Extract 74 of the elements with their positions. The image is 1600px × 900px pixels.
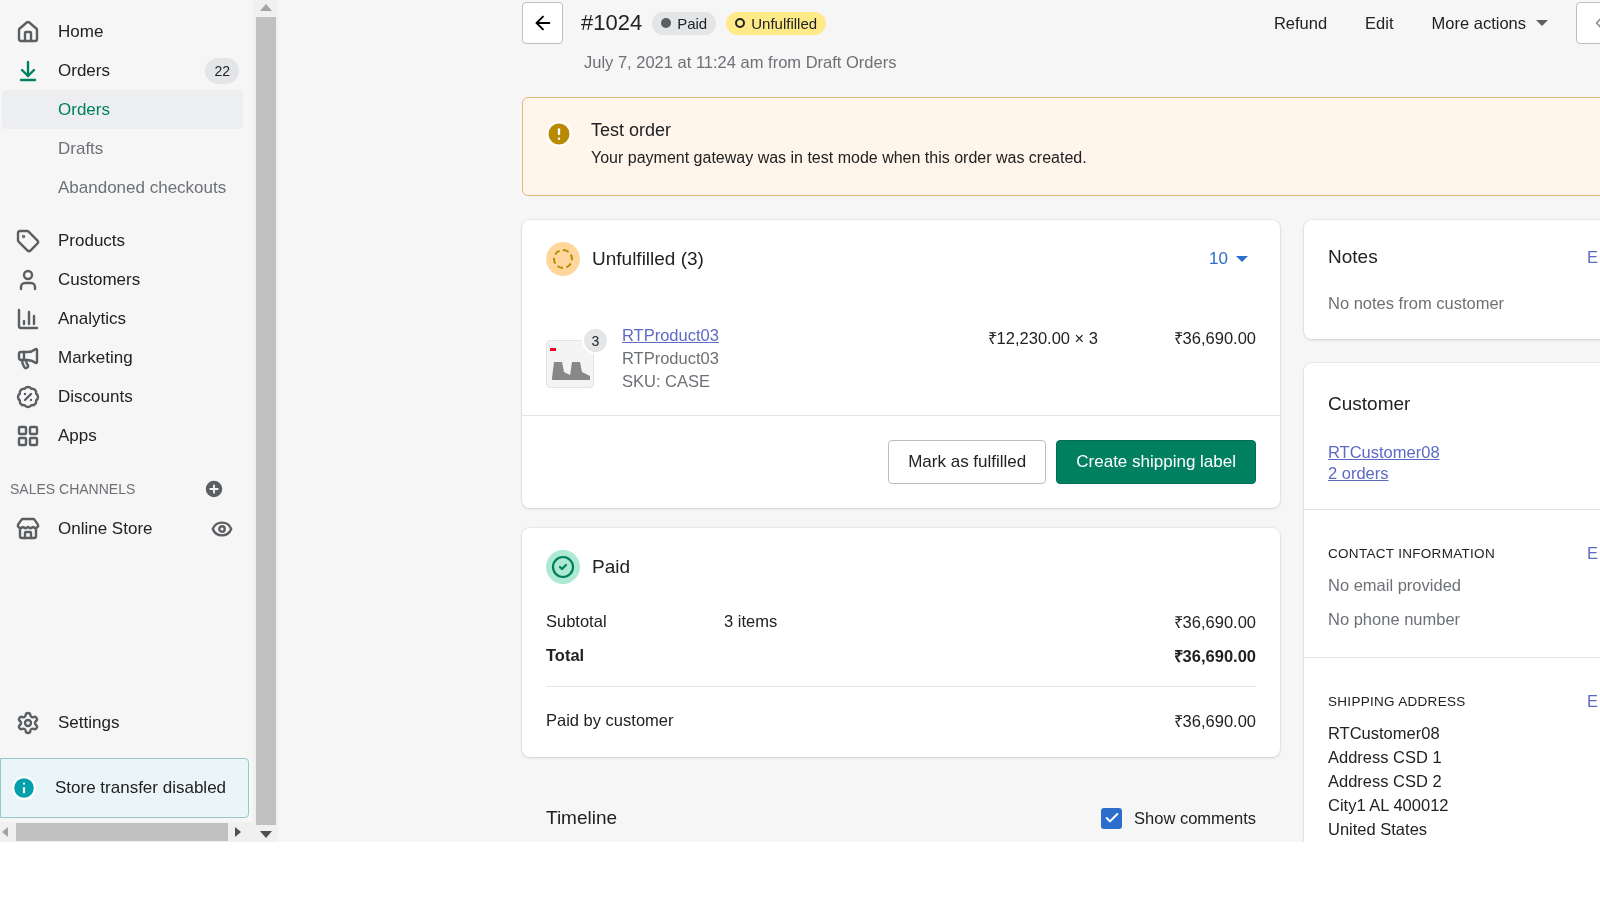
action-button[interactable]: Refund xyxy=(1259,13,1342,33)
edit-link[interactable]: E xyxy=(1587,544,1598,563)
sidebar-subitem[interactable]: Abandoned checkouts xyxy=(2,168,243,207)
row-label: Paid by customer xyxy=(546,710,674,730)
sidebar-item[interactable]: Orders 22 xyxy=(2,51,243,90)
add-icon[interactable] xyxy=(203,478,225,500)
settings-icon xyxy=(16,710,40,735)
line-total: ₹36,690.00 xyxy=(1172,328,1256,349)
address-line: RTCustomer08 xyxy=(1328,723,1441,744)
sidebar-item[interactable]: Products xyxy=(2,221,243,260)
edit-link[interactable]: E xyxy=(1587,692,1598,711)
address-line: City1 AL 400012 xyxy=(1328,795,1450,816)
vertical-scrollbar[interactable] xyxy=(253,0,278,842)
show-comments-checkbox[interactable]: Show comments xyxy=(1101,807,1256,829)
row-amount: ₹36,690.00 xyxy=(1173,710,1256,732)
section-heading: SHIPPING ADDRESS xyxy=(1328,694,1466,709)
sidebar-subitem[interactable]: Drafts xyxy=(2,129,243,168)
card-title: Customer xyxy=(1328,393,1412,415)
sidebar-item[interactable]: Online Store xyxy=(2,509,243,548)
product-link[interactable]: RTProduct03 xyxy=(622,326,719,344)
status-badge: Paid xyxy=(652,11,717,35)
row-label: Total xyxy=(546,645,586,665)
contact-text: No phone number xyxy=(1328,609,1462,630)
sidebar-item[interactable]: Apps xyxy=(2,416,243,455)
orders-link[interactable]: 2 orders xyxy=(1328,464,1600,483)
warning-icon xyxy=(545,120,573,148)
boots-drawing xyxy=(550,347,590,381)
checkbox[interactable] xyxy=(1101,807,1123,829)
card-title: Unfulfilled (3) xyxy=(592,248,704,270)
sidebar-subitem[interactable]: Orders xyxy=(2,90,243,129)
sidebar-item[interactable]: Settings xyxy=(2,703,243,742)
secondary-button[interactable]: Mark as fulfilled xyxy=(888,440,1047,484)
paid-icon xyxy=(546,550,580,584)
banner-title: Test order xyxy=(591,120,673,141)
sidebar-item[interactable]: Marketing xyxy=(2,338,243,377)
back-button[interactable] xyxy=(522,2,563,44)
customer-link[interactable]: RTCustomer08 xyxy=(1328,443,1600,462)
sku-text: SKU: CASE xyxy=(622,372,712,391)
sidebar-item[interactable]: Discounts xyxy=(2,377,243,416)
location-dropdown[interactable]: 10 xyxy=(1209,249,1248,269)
card-title: Paid xyxy=(592,556,631,578)
edit-link[interactable]: E xyxy=(1587,247,1598,267)
timeline-title: Timeline xyxy=(546,807,618,829)
address-line: Address CSD 2 xyxy=(1328,771,1443,792)
section-heading: SALES CHANNELS xyxy=(10,481,136,497)
banner-message: Your payment gateway was in test mode when this order was created. xyxy=(591,149,1087,167)
horizontal-scrollbar[interactable] xyxy=(0,822,253,842)
row-label: Subtotal xyxy=(546,611,608,631)
sidebar-item[interactable]: Home xyxy=(2,12,243,51)
address-line: United States xyxy=(1328,819,1429,840)
variant-text: RTProduct03 xyxy=(622,349,719,368)
address-line: Address CSD 1 xyxy=(1328,747,1443,768)
notes-text: No notes from customer xyxy=(1328,294,1506,313)
order-date: July 7, 2021 at 11:24 am from Draft Orders xyxy=(584,53,898,73)
status-badge: Unfulfilled xyxy=(726,11,827,35)
row-detail: 3 items xyxy=(724,611,778,631)
count-badge: 22 xyxy=(205,57,239,84)
sidebar-item[interactable]: Customers xyxy=(2,260,243,299)
primary-button[interactable]: Create shipping label xyxy=(1056,440,1256,484)
row-amount: ₹36,690.00 xyxy=(1173,611,1256,633)
section-heading: CONTACT INFORMATION xyxy=(1328,546,1495,561)
sidebar-item[interactable]: Analytics xyxy=(2,299,243,338)
info-icon xyxy=(11,775,37,801)
contact-text: No email provided xyxy=(1328,575,1462,596)
more-actions-button[interactable]: More actions xyxy=(1417,13,1562,33)
card-title: Notes xyxy=(1328,246,1378,268)
action-button[interactable]: Edit xyxy=(1351,13,1408,33)
notice-text: Store transfer disabled xyxy=(55,778,227,798)
order-number: #1024 xyxy=(581,10,643,36)
row-amount: ₹36,690.00 xyxy=(1173,645,1256,667)
quantity-badge: 3 xyxy=(582,327,609,354)
unit-price: ₹12,230.00 × 3 xyxy=(987,328,1098,349)
store-icon xyxy=(16,516,40,541)
unfulfilled-icon xyxy=(546,242,580,276)
